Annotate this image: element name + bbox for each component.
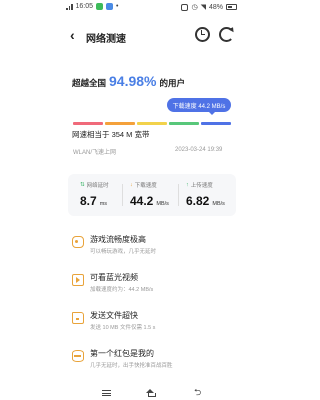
speed-tooltip: 下载速度 44.2 MB/s bbox=[167, 98, 231, 115]
stat-unit: ms bbox=[99, 201, 108, 207]
feature-title: 第一个红包是我的 bbox=[90, 349, 154, 358]
tooltip-text: 下载速度 44.2 MB/s bbox=[172, 103, 226, 110]
video-icon bbox=[72, 274, 84, 286]
feature-desc: 可以畅玩游戏，几乎无延时 bbox=[90, 249, 157, 255]
stat-value: 8.7 bbox=[80, 194, 97, 208]
stat-label: 上传速度 bbox=[190, 183, 213, 189]
speed-scale-bar bbox=[73, 122, 231, 125]
speed-scale-segment bbox=[201, 122, 231, 125]
back-icon[interactable]: ⮌ bbox=[194, 388, 201, 397]
signal-icon bbox=[66, 3, 73, 10]
feature-gaming: 游戏流畅度极高 可以畅玩游戏，几乎无延时 bbox=[68, 233, 238, 257]
result-prefix: 超越全国 bbox=[72, 78, 107, 88]
feature-desc: 几乎无延时，出手快抢准百战百胜 bbox=[90, 363, 173, 369]
more-icon: • bbox=[116, 3, 119, 10]
home-icon[interactable] bbox=[146, 389, 156, 397]
speed-scale-segment bbox=[105, 122, 135, 125]
speed-scale-segment bbox=[73, 122, 103, 125]
latency-icon: ⇅ bbox=[80, 182, 85, 188]
bandwidth-compare: 网速相当于 354 M 宽带 bbox=[72, 130, 150, 139]
feature-desc: 发送 10 MB 文件仅需 1.5 s bbox=[90, 325, 156, 331]
stat-value: 6.82 bbox=[186, 194, 210, 208]
divider bbox=[178, 184, 179, 206]
stat-label: 网络延时 bbox=[86, 183, 109, 189]
network-label: WLAN/飞速上网 bbox=[73, 150, 117, 156]
battery-percent: 48% bbox=[208, 3, 223, 11]
battery-icon bbox=[226, 4, 237, 10]
page-title: 网络测速 bbox=[86, 34, 126, 45]
wifi-icon: ◥ bbox=[200, 4, 206, 11]
app-icon bbox=[106, 3, 114, 10]
system-nav-bar: ⮌ bbox=[0, 386, 303, 400]
stat-value: 44.2 bbox=[130, 194, 154, 208]
alarm-icon: ◷ bbox=[191, 4, 198, 11]
stat-download: ↓ 下载速度 44.2 MB/s bbox=[130, 181, 169, 208]
stat-unit: MB/s bbox=[156, 201, 169, 207]
feature-red-packet: 第一个红包是我的 几乎无延时，出手快抢准百战百胜 bbox=[68, 347, 238, 371]
stat-label: 下载速度 bbox=[134, 183, 157, 189]
upload-icon: ↑ bbox=[186, 182, 189, 188]
test-timestamp: 2023-03-24 19:39 bbox=[175, 147, 223, 153]
feature-file-transfer: 发送文件超快 发送 10 MB 文件仅需 1.5 s bbox=[68, 309, 238, 333]
divider bbox=[122, 184, 123, 206]
status-bar: 16:05 • ◷ ◥ 48% bbox=[0, 0, 303, 14]
refresh-icon[interactable] bbox=[219, 27, 234, 42]
stat-upload: ↑ 上传速度 6.82 MB/s bbox=[186, 181, 225, 208]
feature-video: 可看蓝光视频 加载速度约为：44.2 MB/s bbox=[68, 271, 238, 295]
stat-latency: ⇅ 网络延时 8.7 ms bbox=[80, 181, 109, 208]
result-suffix: 的用户 bbox=[159, 78, 186, 88]
chevron-left-icon[interactable]: ‹ bbox=[70, 28, 75, 42]
feature-title: 可看蓝光视频 bbox=[90, 273, 138, 282]
download-icon: ↓ bbox=[130, 182, 133, 188]
stats-card: ⇅ 网络延时 8.7 ms ↓ 下载速度 44.2 MB/s ↑ 上传速度 6.82 MB/… bbox=[68, 174, 236, 216]
result-headline: 超越全国 94.98% 的用户 bbox=[72, 73, 185, 89]
speed-scale-segment bbox=[137, 122, 167, 125]
wechat-icon bbox=[96, 3, 104, 10]
feature-desc: 加载速度约为：44.2 MB/s bbox=[90, 287, 154, 293]
stat-unit: MB/s bbox=[212, 201, 225, 207]
feature-title: 发送文件超快 bbox=[90, 311, 138, 320]
speed-scale-segment bbox=[169, 122, 199, 125]
feature-title: 游戏流畅度极高 bbox=[90, 235, 146, 244]
menu-icon[interactable] bbox=[102, 390, 111, 396]
vibrate-icon bbox=[181, 3, 189, 11]
red-packet-icon bbox=[72, 350, 84, 362]
app-header: ‹ 网络测速 bbox=[0, 24, 303, 48]
status-time: 16:05 bbox=[75, 3, 94, 10]
history-icon[interactable] bbox=[195, 27, 210, 42]
result-percent: 94.98% bbox=[109, 73, 157, 89]
folder-icon bbox=[72, 312, 84, 324]
gamepad-icon bbox=[72, 236, 84, 248]
